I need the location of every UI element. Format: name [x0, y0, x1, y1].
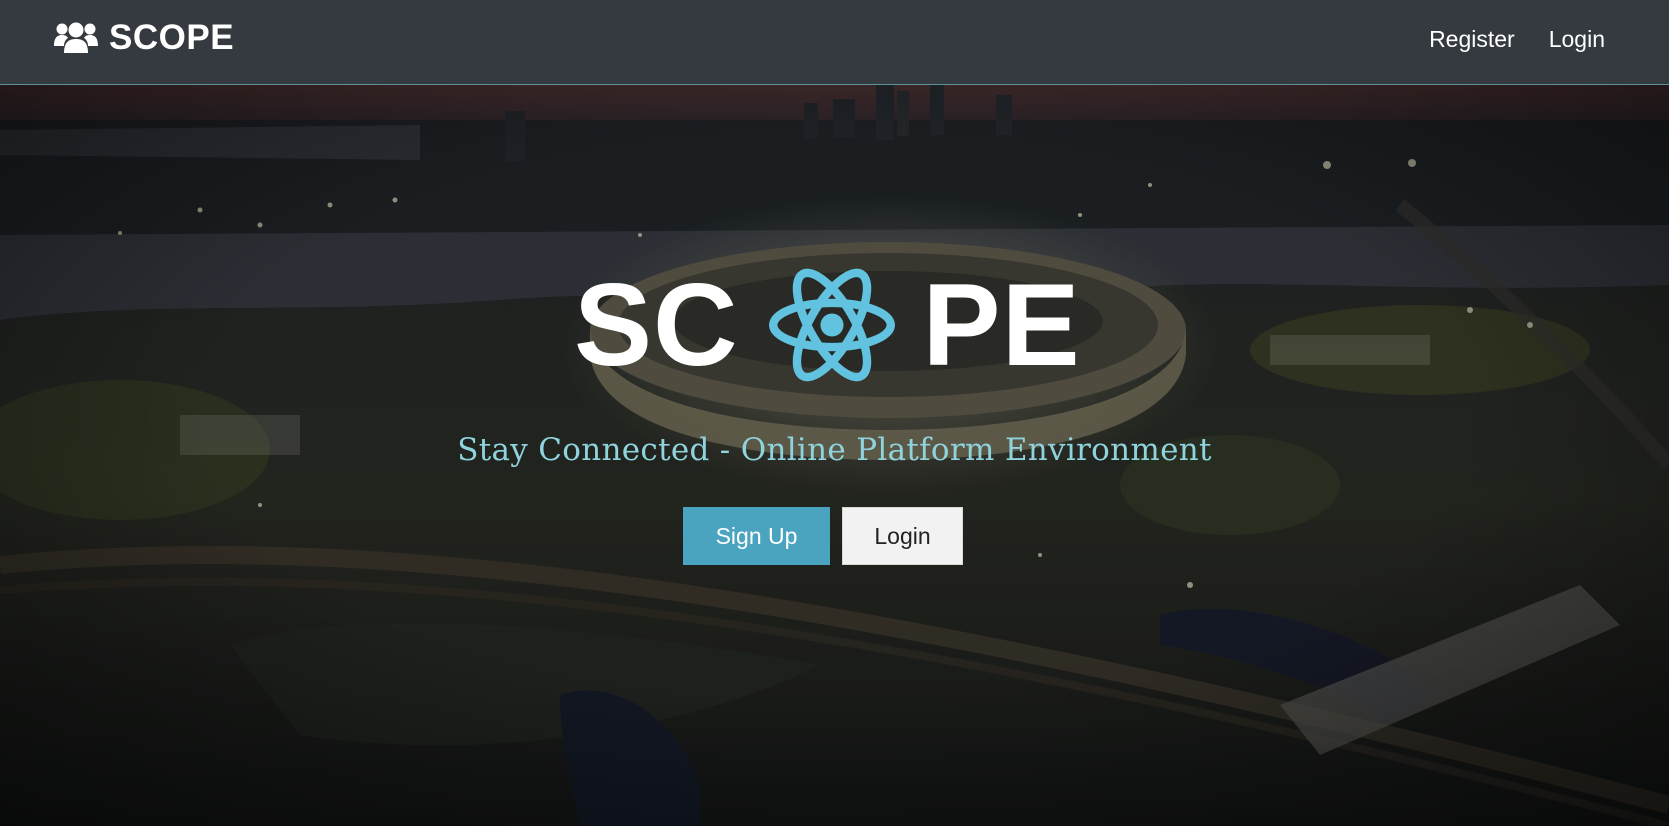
nav-links: Register Login	[1429, 24, 1605, 54]
hero-tagline: Stay Connected - Online Platform Environ…	[457, 432, 1212, 468]
users-icon	[54, 22, 98, 53]
signup-button[interactable]: Sign Up	[683, 507, 830, 565]
hero-cta-buttons: Sign Up Login	[683, 507, 963, 565]
top-navbar: SCOPE Register Login	[0, 0, 1669, 85]
login-button[interactable]: Login	[842, 507, 963, 565]
hero-logo: SC PE	[574, 265, 1084, 385]
logo-right-text: PE	[922, 259, 1081, 390]
hero-section: SC PE Stay Connected - Online Platform E…	[0, 85, 1669, 826]
logo-left-text: SC	[574, 259, 739, 390]
brand-name: SCOPE	[109, 18, 235, 57]
nav-login-link[interactable]: Login	[1549, 24, 1605, 54]
brand-link[interactable]: SCOPE	[53, 18, 234, 58]
nav-register-link[interactable]: Register	[1429, 24, 1515, 54]
react-atom-icon	[768, 268, 895, 382]
